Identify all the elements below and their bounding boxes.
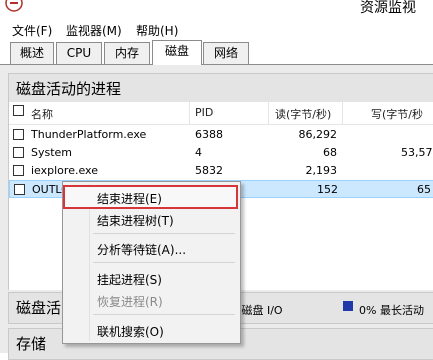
menu-item-search-online[interactable]: 联机搜索(O)	[65, 320, 236, 340]
process-pid: 5832	[195, 164, 223, 177]
menu-item-end-process-tree[interactable]: 结束进程树(T)	[65, 209, 236, 229]
process-read: 86,292	[298, 128, 338, 141]
column-divider	[189, 102, 190, 124]
process-read: 152	[317, 183, 338, 196]
menu-item-resume-process: 恢复进程(R)	[65, 290, 236, 310]
row-checkbox[interactable]	[13, 147, 24, 158]
menu-help[interactable]: 帮助(H)	[136, 22, 178, 39]
window-title: 资源监视	[360, 0, 416, 16]
tab-network[interactable]: 网络	[203, 42, 249, 64]
column-write[interactable]: 写(字节/秒	[371, 106, 423, 122]
storage-title: 存储	[16, 335, 47, 353]
column-pid[interactable]: PID	[195, 106, 213, 119]
table-row[interactable]: iexplore.exe 5832 2,193	[9, 162, 433, 180]
menu-file[interactable]: 文件(F)	[12, 22, 52, 39]
process-name: iexplore.exe	[31, 164, 98, 177]
table-header: 名称 PID 读(字节/秒) 写(字节/秒	[9, 102, 433, 125]
row-checkbox[interactable]	[14, 184, 25, 195]
disk-activity-title: 磁盘活	[16, 299, 62, 317]
menu-item-analyze-wait-chain[interactable]: 分析等待链(A)...	[65, 238, 236, 258]
process-write: 53,57	[401, 146, 433, 159]
menu-icon-gutter	[89, 184, 90, 341]
menu-item-label: 挂起进程(S)	[97, 273, 162, 287]
menu-item-end-process[interactable]: 结束进程(E)	[63, 185, 238, 209]
process-name: ThunderPlatform.exe	[31, 128, 147, 141]
row-checkbox[interactable]	[13, 129, 24, 140]
menu-item-label: 联机搜索(O)	[97, 325, 164, 339]
menu-item-label: 结束进程(E)	[97, 192, 162, 206]
column-divider	[342, 102, 343, 124]
menu-item-label: 结束进程树(T)	[97, 214, 174, 228]
resource-monitor-icon	[5, 0, 23, 12]
menu-item-label: 恢复进程(R)	[97, 295, 163, 309]
column-name[interactable]: 名称	[31, 106, 53, 122]
menu-separator	[93, 262, 235, 263]
menu-monitor[interactable]: 监视器(M)	[66, 22, 122, 39]
tab-overview[interactable]: 概述	[10, 42, 54, 64]
row-checkbox[interactable]	[13, 165, 24, 176]
menu-item-suspend-process[interactable]: 挂起进程(S)	[65, 268, 236, 288]
table-row[interactable]: System 4 68 53,57	[9, 144, 433, 162]
menu-bar: 文件(F) 监视器(M) 帮助(H)	[0, 19, 433, 39]
tab-strip: 概述 CPU 内存 磁盘 网络	[0, 40, 433, 65]
select-all-checkbox[interactable]	[13, 105, 24, 116]
process-name: System	[31, 146, 73, 159]
menu-item-label: 分析等待链(A)...	[97, 243, 187, 257]
context-menu: 结束进程(E) 结束进程树(T) 分析等待链(A)... 挂起进程(S) 恢复进…	[62, 181, 241, 344]
max-active-legend-swatch	[343, 301, 353, 311]
processes-section-title: 磁盘活动的进程	[16, 80, 122, 98]
column-read[interactable]: 读(字节/秒)	[275, 106, 331, 122]
process-read: 68	[323, 146, 337, 159]
max-active-text: 0% 最长活动	[359, 304, 424, 317]
menu-separator	[93, 314, 235, 315]
process-pid: 6388	[195, 128, 223, 141]
process-pid: 4	[195, 146, 202, 159]
tab-cpu[interactable]: CPU	[56, 42, 102, 64]
process-read: 2,193	[305, 164, 338, 177]
table-row[interactable]: ThunderPlatform.exe 6388 86,292	[9, 126, 433, 144]
processes-section-header[interactable]: 磁盘活动的进程	[8, 73, 433, 103]
column-divider	[268, 102, 269, 124]
tab-memory[interactable]: 内存	[104, 42, 150, 64]
process-write: 65	[417, 183, 431, 196]
title-bar: 资源监视	[0, 0, 433, 18]
tab-disk[interactable]: 磁盘	[152, 40, 202, 65]
menu-separator	[93, 233, 235, 234]
